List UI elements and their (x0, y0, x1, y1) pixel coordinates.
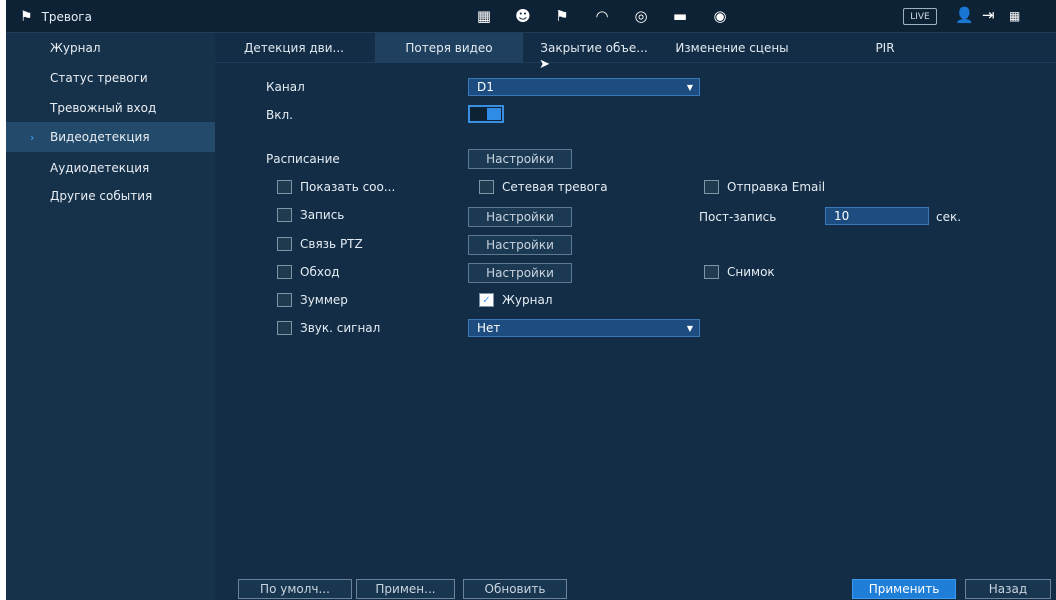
header-title-group: ⚑ Тревога (20, 0, 92, 33)
snapshot-label: Снимок (727, 265, 775, 279)
monitor-icon[interactable]: ▬ (669, 6, 691, 26)
schedule-settings-button[interactable]: Настройки (468, 149, 572, 169)
sidebar-item-alarm-input[interactable]: Тревожный вход (6, 93, 215, 123)
user-icon[interactable]: 👤 (955, 6, 974, 24)
sidebar-item-alarm-status[interactable]: Статус тревоги (6, 63, 215, 93)
storage-icon[interactable]: ▦ (473, 6, 495, 26)
alarm-flag-icon: ⚑ (20, 8, 33, 25)
schedule-label: Расписание (266, 152, 340, 166)
check-icon: ✓ (479, 293, 494, 307)
snapshot-checkbox[interactable]: Снимок (704, 265, 775, 279)
apply-short-button[interactable]: Примен... (356, 579, 455, 599)
qr-code-icon[interactable]: ▦ (1009, 9, 1020, 23)
back-button[interactable]: Назад (965, 579, 1051, 599)
sound-checkbox[interactable]: Звук. сигнал (277, 321, 380, 335)
tab-video-loss[interactable]: Потеря видео (375, 33, 523, 63)
sidebar-item-audio-detection[interactable]: Аудиодетекция (6, 153, 215, 183)
checkbox-box (704, 180, 719, 194)
post-record-unit: сек. (936, 210, 962, 224)
checkbox-box (277, 180, 292, 194)
chevron-down-icon: ▼ (686, 82, 693, 92)
apply-button[interactable]: Применить (852, 579, 956, 599)
sidebar-item-video-detection[interactable]: › Видеодетекция (6, 122, 215, 152)
checkbox-box (277, 265, 292, 279)
ptz-label: Связь PTZ (300, 237, 363, 251)
sidebar-item-label: Видеодетекция (50, 130, 150, 144)
checkbox-box (277, 208, 292, 222)
chevron-down-icon: ▼ (686, 323, 693, 333)
tour-settings-button[interactable]: Настройки (468, 263, 572, 283)
mouse-cursor-icon: ➤ (539, 57, 550, 72)
enable-toggle[interactable] (468, 105, 504, 123)
send-email-label: Отправка Email (727, 180, 826, 194)
sound-select[interactable]: Нет ▼ (468, 319, 700, 337)
record-label: Запись (300, 208, 345, 222)
sound-value: Нет (477, 321, 501, 335)
tab-pir[interactable]: PIR (855, 33, 915, 63)
network-alarm-checkbox[interactable]: Сетевая тревога (479, 180, 608, 194)
checkbox-box (704, 265, 719, 279)
log-label: Журнал (502, 293, 553, 307)
checkbox-box (277, 293, 292, 307)
audio-icon[interactable]: ◉ (709, 6, 731, 26)
header-title: Тревога (41, 9, 92, 24)
checkbox-box (479, 180, 494, 194)
network-alarm-label: Сетевая тревога (502, 180, 608, 194)
channel-select[interactable]: D1 ▼ (468, 78, 700, 96)
record-checkbox[interactable]: Запись (277, 208, 344, 222)
channel-label: Канал (266, 80, 305, 94)
sidebar-item-log[interactable]: Журнал (6, 33, 215, 63)
post-record-input[interactable]: 10 (825, 207, 929, 225)
sound-label: Звук. сигнал (300, 321, 381, 335)
camera-icon[interactable]: ◎ (630, 6, 652, 26)
app-window: ⚑ Тревога ▦ ☻ ⚑ ◠ ◎ ▬ ◉ LIVE 👤 ⇥ ▦ Журна… (6, 0, 1056, 600)
ptz-settings-button[interactable]: Настройки (468, 235, 572, 255)
channel-value: D1 (477, 80, 494, 94)
post-record-label: Пост-запись (699, 210, 777, 224)
tour-label: Обход (300, 265, 340, 279)
checkbox-box (277, 321, 292, 335)
alarm-icon[interactable]: ⚑ (551, 6, 573, 26)
logout-icon[interactable]: ⇥ (982, 6, 995, 24)
live-button[interactable]: LIVE (903, 8, 937, 25)
default-button[interactable]: По умолч... (238, 579, 352, 599)
log-checkbox[interactable]: ✓ Журнал (479, 293, 553, 307)
tab-motion-detection[interactable]: Детекция дви... (215, 33, 373, 63)
sidebar-item-label: Тревожный вход (50, 101, 157, 115)
sidebar: Журнал Статус тревоги Тревожный вход › В… (6, 33, 215, 600)
top-bar: ⚑ Тревога ▦ ☻ ⚑ ◠ ◎ ▬ ◉ LIVE 👤 ⇥ ▦ (6, 0, 1056, 33)
buzzer-checkbox[interactable]: Зуммер (277, 293, 348, 307)
sidebar-item-label: Статус тревоги (50, 71, 148, 85)
toggle-knob (487, 108, 501, 120)
buzzer-label: Зуммер (300, 293, 348, 307)
tour-checkbox[interactable]: Обход (277, 265, 340, 279)
sidebar-item-label: Журнал (50, 41, 101, 55)
chevron-right-icon: › (30, 130, 35, 144)
refresh-button[interactable]: Обновить (463, 579, 567, 599)
record-settings-button[interactable]: Настройки (468, 207, 572, 227)
tab-scene-change[interactable]: Изменение сцены (667, 33, 797, 63)
show-message-label: Показать соо... (300, 180, 396, 194)
ptz-checkbox[interactable]: Связь PTZ (277, 237, 363, 251)
show-message-checkbox[interactable]: Показать соо... (277, 180, 395, 194)
enable-label: Вкл. (266, 108, 293, 122)
tab-bar: Детекция дви... Потеря видео Закрытие об… (215, 33, 1056, 63)
send-email-checkbox[interactable]: Отправка Email (704, 180, 825, 194)
sidebar-item-label: Другие события (50, 189, 153, 203)
main-panel: Детекция дви... Потеря видео Закрытие об… (215, 33, 1056, 600)
sidebar-item-other-events[interactable]: Другие события (6, 181, 215, 211)
face-icon[interactable]: ☻ (512, 6, 534, 26)
checkbox-box (277, 237, 292, 251)
gauge-icon[interactable]: ◠ (591, 6, 613, 26)
sidebar-item-label: Аудиодетекция (50, 161, 150, 175)
